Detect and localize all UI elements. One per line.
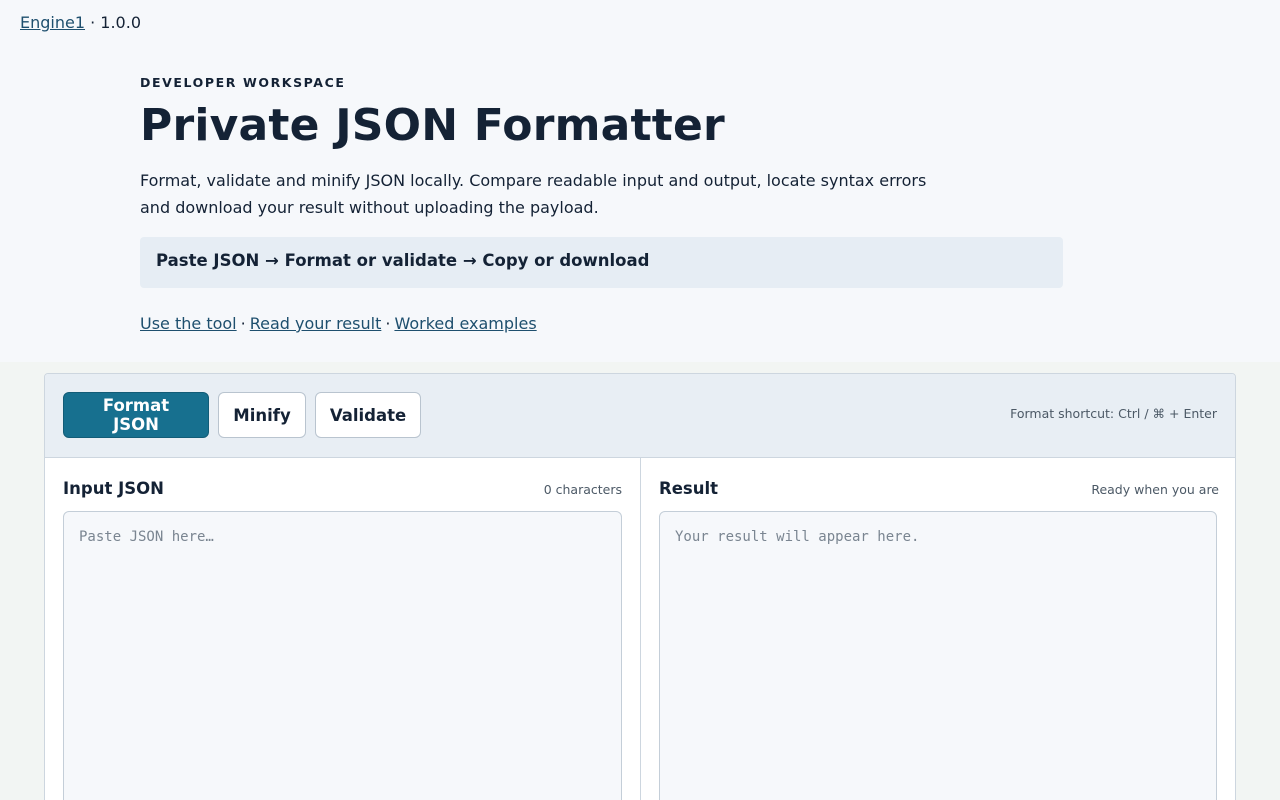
page-title: Private JSON Formatter [140, 100, 725, 151]
steps-banner: Paste JSON → Format or validate → Copy o… [140, 237, 1063, 288]
brand-link[interactable]: Engine1 [20, 13, 85, 32]
format-json-button[interactable]: Format JSON [63, 392, 209, 438]
validate-button[interactable]: Validate [315, 392, 421, 438]
eyebrow-label: DEVELOPER WORKSPACE [140, 75, 346, 90]
formatter-tool: Format JSON Minify Validate Format short… [44, 373, 1236, 800]
result-output[interactable]: Your result will appear here. [659, 511, 1217, 800]
result-pane: Result Ready when you are Your result wi… [641, 458, 1235, 800]
json-input-field[interactable] [63, 511, 622, 800]
minify-button[interactable]: Minify [218, 392, 306, 438]
input-pane: Input JSON 0 characters [45, 458, 641, 800]
nav-separator: · [240, 314, 246, 333]
input-pane-title: Input JSON [63, 479, 164, 498]
result-pane-title: Result [659, 479, 719, 498]
section-nav: Use the tool · Read your result · Worked exa… [140, 314, 537, 333]
nav-link-read-result[interactable]: Read your result [250, 314, 382, 333]
nav-link-worked-examples[interactable]: Worked examples [394, 314, 536, 333]
hero-section: Engine1 · 1.0.0 DEVELOPER WORKSPACE Priv… [0, 0, 1280, 362]
shortcut-hint: Format shortcut: Ctrl / ⌘ + Enter [1010, 406, 1217, 421]
toolbar: Format JSON Minify Validate Format short… [45, 374, 1235, 458]
intro-text: Format, validate and minify JSON locally… [140, 171, 927, 217]
nav-link-use-tool[interactable]: Use the tool [140, 314, 237, 333]
character-count: 0 characters [543, 482, 622, 497]
topbar-separator: · [90, 13, 101, 32]
result-placeholder: Your result will appear here. [675, 529, 920, 545]
nav-separator: · [385, 314, 391, 333]
version-label: 1.0.0 [100, 13, 141, 32]
topbar: Engine1 · 1.0.0 [20, 13, 141, 32]
result-status: Ready when you are [1091, 482, 1219, 497]
